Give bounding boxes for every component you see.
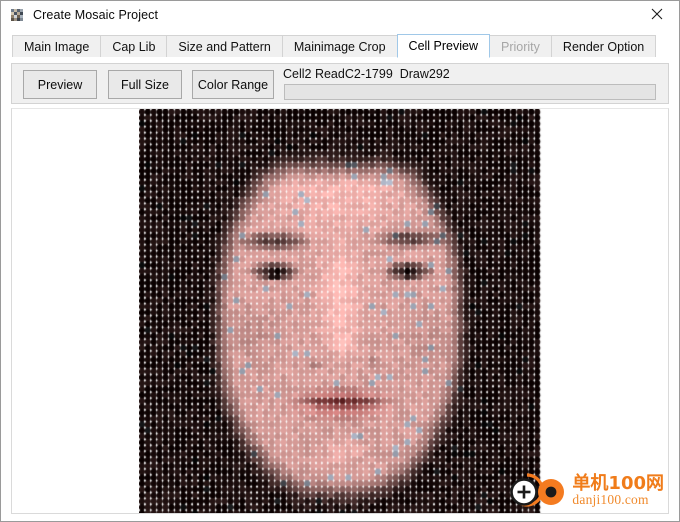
tab-cell-preview[interactable]: Cell Preview	[396, 34, 491, 58]
window-title: Create Mosaic Project	[33, 7, 159, 22]
toolbar-panel: Preview Full Size Color Range Cell2 Read…	[11, 63, 669, 104]
close-icon	[651, 8, 662, 20]
close-button[interactable]	[634, 1, 679, 27]
tab-strip: Main Image Cap Lib Size and Pattern Mainima…	[12, 34, 679, 58]
title-bar: Create Mosaic Project	[1, 1, 679, 28]
full-size-button[interactable]: Full Size	[108, 70, 182, 99]
watermark-en-text: danji100.com	[572, 491, 649, 507]
mosaic-app-icon	[11, 8, 23, 21]
status-text: Cell2 ReadC2-1799 Draw292	[283, 67, 450, 81]
progress-bar	[284, 84, 656, 100]
tab-cap-lib[interactable]: Cap Lib	[100, 35, 168, 57]
color-range-button[interactable]: Color Range	[192, 70, 274, 99]
mosaic-preview-image	[139, 109, 543, 513]
create-mosaic-window: Create Mosaic Project Main Image Cap Lib S…	[0, 0, 680, 522]
tab-mainimage-crop[interactable]: Mainimage Crop	[281, 35, 398, 57]
tab-priority: Priority	[489, 35, 552, 57]
tab-strip-container: Main Image Cap Lib Size and Pattern Mainima…	[1, 28, 679, 63]
cell-preview-canvas-area[interactable]: 单机100网 danji100.com	[11, 108, 669, 514]
tab-main-image[interactable]: Main Image	[12, 35, 102, 57]
watermark-cn-text: 单机100网	[572, 473, 664, 495]
preview-button[interactable]: Preview	[23, 70, 97, 99]
tab-size-and-pattern[interactable]: Size and Pattern	[166, 35, 283, 57]
tab-render-option[interactable]: Render Option	[550, 35, 657, 57]
